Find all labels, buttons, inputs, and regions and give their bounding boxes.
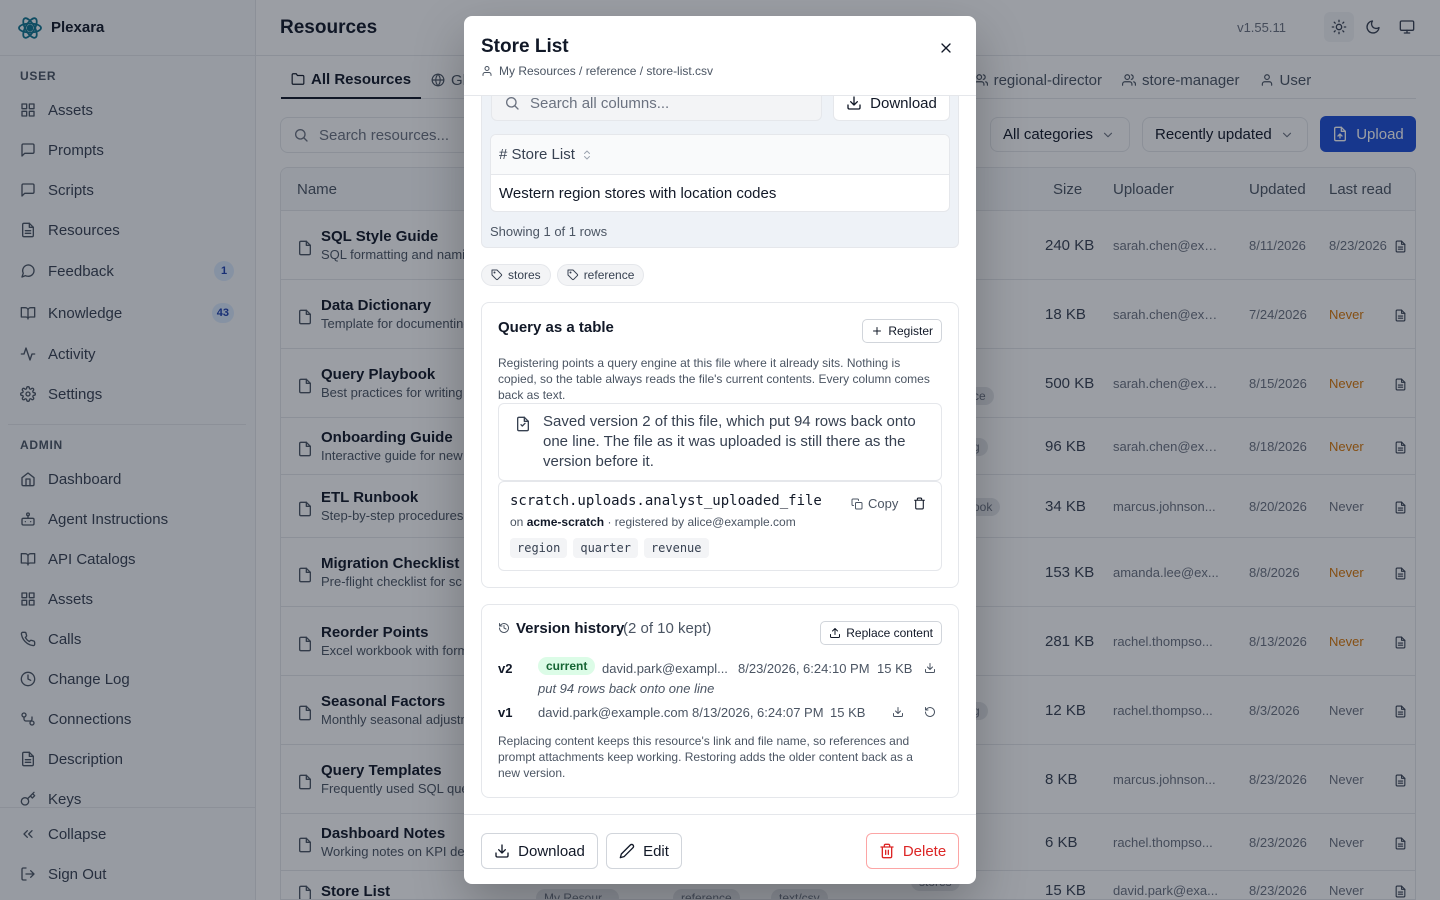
replace-content-label: Replace content	[846, 626, 933, 640]
column-chip: revenue	[643, 538, 709, 558]
tag-label: stores	[508, 268, 541, 282]
catalog-name: acme-scratch	[526, 515, 605, 529]
version-size: 15 KB	[877, 661, 913, 676]
trash-icon	[879, 843, 895, 859]
column-chip: quarter	[573, 538, 638, 558]
sort-icon	[581, 149, 593, 161]
replace-content-note: Replacing content keeps this resource's …	[498, 734, 913, 780]
search-icon	[504, 96, 520, 111]
meta-prefix: on	[510, 515, 524, 529]
preview-search-input[interactable]: Search all columns...	[491, 96, 822, 121]
download-label: Download	[518, 842, 585, 860]
version-history-title: Version history	[516, 620, 625, 637]
versions-kept: (2 of 10 kept)	[623, 620, 712, 637]
tag-stores[interactable]: stores	[481, 264, 551, 286]
meta-suffix: · registered by alice@example.com	[607, 515, 796, 529]
delete-button[interactable]: Delete	[866, 833, 959, 869]
query-card-title: Query as a table	[498, 319, 614, 336]
column-list: region quarter revenue	[510, 538, 709, 558]
unregister-button[interactable]	[913, 497, 926, 510]
close-button[interactable]	[938, 40, 954, 56]
download-version-button[interactable]	[892, 706, 904, 718]
close-icon	[938, 40, 954, 56]
edit-button[interactable]: Edit	[606, 833, 682, 869]
copy-icon	[851, 498, 863, 510]
modal-footer: Download Edit Delete	[464, 814, 976, 884]
registered-table-meta: on acme-scratch · registered by alice@ex…	[510, 515, 796, 529]
query-as-table-card: Query as a table Register Registering po…	[481, 302, 959, 588]
upload-icon	[829, 627, 841, 639]
download-icon	[494, 843, 510, 859]
user-icon	[481, 65, 493, 77]
pencil-icon	[619, 843, 635, 859]
download-icon	[924, 662, 936, 674]
download-icon	[892, 706, 904, 718]
register-label: Register	[888, 324, 933, 338]
csv-preview: Search all columns... Download # Store L…	[481, 96, 959, 248]
download-version-button[interactable]	[924, 662, 936, 674]
tag-icon	[567, 269, 579, 281]
version-note: put 94 rows back onto one line	[538, 681, 715, 696]
restore-version-button[interactable]	[924, 706, 936, 718]
preview-row-count: Showing 1 of 1 rows	[490, 224, 608, 239]
register-button[interactable]: Register	[862, 319, 942, 343]
resource-path-text: My Resources / reference / store-list.cs…	[499, 64, 714, 78]
preview-table: # Store List Western region stores with …	[490, 134, 950, 212]
modal-title: Store List	[481, 36, 569, 57]
resource-detail-modal: Store List My Resources / reference / st…	[464, 16, 976, 884]
tag-list: stores reference	[481, 264, 645, 286]
copy-button[interactable]: Copy	[851, 496, 898, 511]
version-author: david.park@exampl...	[602, 661, 728, 676]
plus-icon	[871, 325, 883, 337]
registered-table: scratch.uploads.analyst_uploaded_file on…	[498, 481, 942, 571]
version-saved-note: Saved version 2 of this file, which put …	[498, 403, 942, 481]
file-note-icon	[515, 416, 531, 432]
preview-column-label: # Store List	[499, 146, 575, 163]
version-history-card: Version history (2 of 10 kept) Replace c…	[481, 604, 959, 798]
resource-path: My Resources / reference / store-list.cs…	[481, 64, 959, 78]
version-author: david.park@example.com	[538, 705, 689, 720]
preview-cell: Western region stores with location code…	[499, 185, 777, 202]
version-date: 8/13/2026, 6:24:07 PM	[692, 705, 824, 720]
modal-body[interactable]: Search all columns... Download # Store L…	[464, 96, 976, 814]
tag-icon	[491, 269, 503, 281]
download-button[interactable]: Download	[481, 833, 598, 869]
version-date: 8/23/2026, 6:24:10 PM	[738, 661, 870, 676]
version-size: 15 KB	[830, 705, 866, 720]
copy-label: Copy	[868, 496, 899, 511]
tag-label: reference	[583, 268, 635, 282]
tag-reference[interactable]: reference	[556, 264, 645, 286]
preview-column-header[interactable]: # Store List	[491, 135, 949, 175]
query-card-description: Registering points a query engine at thi…	[498, 356, 930, 402]
modal-header: Store List My Resources / reference / st…	[464, 16, 976, 96]
preview-download-label: Download	[870, 96, 937, 112]
version-label-v1: v1	[498, 705, 513, 720]
preview-search-placeholder: Search all columns...	[530, 96, 670, 112]
history-icon	[498, 622, 510, 634]
preview-download-button[interactable]: Download	[833, 96, 950, 121]
replace-content-button[interactable]: Replace content	[820, 621, 942, 645]
delete-label: Delete	[902, 842, 947, 860]
registered-table-name: scratch.uploads.analyst_uploaded_file	[510, 493, 822, 509]
edit-label: Edit	[643, 842, 669, 860]
version-label-v2: v2	[498, 661, 513, 676]
version-saved-text: Saved version 2 of this file, which put …	[543, 413, 916, 470]
restore-icon	[924, 706, 936, 718]
column-chip: region	[510, 538, 568, 558]
trash-icon	[913, 497, 926, 510]
download-icon	[846, 96, 862, 111]
current-version-badge: current	[538, 657, 596, 675]
